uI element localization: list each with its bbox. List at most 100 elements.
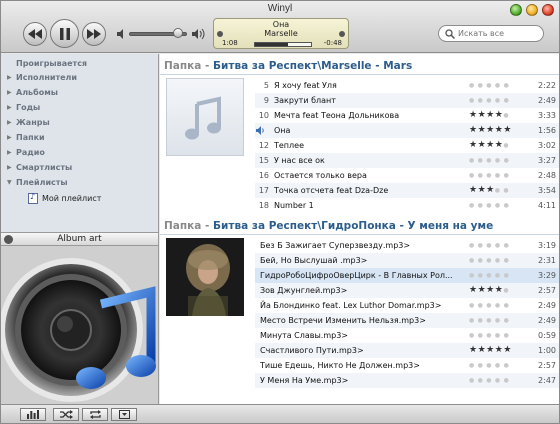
stop-indicator-icon: [339, 31, 345, 37]
track-title: Тише Едешь, Никто Не Должен.mp3>: [260, 361, 420, 370]
shuffle-icon: [59, 410, 73, 419]
sidebar-item-playlists[interactable]: ▼ Плейлисты: [7, 176, 68, 188]
now-playing-speaker-icon: [256, 126, 264, 135]
elapsed-time: 1:08: [222, 39, 238, 47]
track-rating[interactable]: ●●●●●: [469, 198, 521, 213]
track-row[interactable]: Йа Блондинко feat. Lex Luthor Domar.mp3>…: [255, 298, 559, 313]
sidebar-item-artists[interactable]: ▶ Исполнители: [7, 71, 77, 83]
pause-button[interactable]: [50, 19, 79, 48]
track-row[interactable]: Счастливого Пути.mp3> ★★★★★ 1:00: [255, 343, 559, 358]
track-row[interactable]: 5 Я хочу feat Уля ●●●●● 2:22: [255, 78, 559, 93]
track-row[interactable]: У Меня На Уме.mp3> ●●●●● 2:47: [255, 373, 559, 388]
track-row[interactable]: 16 Остается только вера ●●●●● 2:48: [255, 168, 559, 183]
track-rating[interactable]: ★★★★●: [469, 283, 521, 298]
track-duration: 2:47: [538, 376, 556, 385]
divider: [160, 74, 559, 75]
track-row[interactable]: 10 Мечта feat Теона Дольникова ★★★★● 3:33: [255, 108, 559, 123]
track-rating[interactable]: ●●●●●: [469, 78, 521, 93]
progress-bar[interactable]: [254, 42, 312, 47]
track-row[interactable]: Зов Джунглей.mp3> ★★★★● 2:57: [255, 283, 559, 298]
track-row[interactable]: Без Б Зажигает Суперзвезду.mp3> ●●●●● 3:19: [255, 238, 559, 253]
sidebar-item-label: Жанры: [16, 117, 50, 127]
track-row[interactable]: 18 Number 1 ●●●●● 4:11: [255, 198, 559, 213]
sidebar-item-my-playlist[interactable]: Мой плейлист: [28, 192, 101, 204]
equalizer-button[interactable]: [20, 408, 46, 421]
track-rating[interactable]: ●●●●●: [469, 153, 521, 168]
minimize-button[interactable]: [526, 4, 538, 16]
track-row[interactable]: Тише Едешь, Никто Не Должен.mp3> ●●●●● 2:5…: [255, 358, 559, 373]
album-cover-placeholder: [166, 78, 244, 156]
track-title: Она: [274, 126, 291, 135]
sidebar-item-label: Годы: [16, 102, 41, 112]
track-rating[interactable]: ●●●●●: [469, 238, 521, 253]
track-rating[interactable]: ●●●●●: [469, 373, 521, 388]
sidebar-item-genres[interactable]: ▶ Жанры: [7, 116, 50, 128]
sidebar-item-radio[interactable]: ▶ Радио: [7, 146, 45, 158]
toggle-album-art-icon[interactable]: [4, 235, 13, 244]
expand-arrow-icon[interactable]: ▶: [7, 149, 16, 156]
folder-path[interactable]: Битва за Респект\ГидроПонка - У меня на …: [213, 220, 493, 232]
track-row[interactable]: ГидроРобоЦифроОверЦирк - В Главных Рол..…: [255, 268, 559, 283]
close-button[interactable]: [542, 4, 554, 16]
previous-button[interactable]: [23, 22, 47, 46]
sidebar-item-smartlists[interactable]: ▶ Смартлисты: [7, 161, 72, 173]
track-rating[interactable]: ●●●●●: [469, 358, 521, 373]
sidebar-item-albums[interactable]: ▶ Альбомы: [7, 86, 58, 98]
track-duration: 2:31: [538, 256, 556, 265]
track-rating[interactable]: ●●●●●: [469, 328, 521, 343]
track-rating[interactable]: ●●●●●: [469, 168, 521, 183]
zoom-button[interactable]: [510, 4, 522, 16]
shuffle-button[interactable]: [53, 408, 79, 421]
track-rating[interactable]: ●●●●●: [469, 93, 521, 108]
track-rating[interactable]: ●●●●●: [469, 298, 521, 313]
expand-arrow-icon[interactable]: ▶: [7, 74, 16, 81]
album-cover-photo: [166, 238, 244, 316]
track-number: 16: [258, 171, 269, 180]
menu-button[interactable]: [111, 408, 137, 421]
next-button[interactable]: [82, 22, 106, 46]
expand-arrow-icon[interactable]: ▶: [7, 119, 16, 126]
track-rating[interactable]: ★★★★●: [469, 108, 521, 123]
pause-icon: [59, 27, 70, 40]
track-rating[interactable]: ●●●●●: [469, 313, 521, 328]
rewind-icon: [28, 29, 42, 39]
track-rating[interactable]: ★★★●●: [469, 183, 521, 198]
track-duration: 3:29: [538, 271, 556, 280]
track-rating[interactable]: ●●●●●: [469, 268, 521, 283]
track-row[interactable]: Она ★★★★★ 1:56: [255, 123, 559, 138]
track-row[interactable]: 15 У нас все ок ●●●●● 3:27: [255, 153, 559, 168]
collapse-arrow-icon[interactable]: ▼: [7, 179, 16, 186]
album-art-panel: [1, 246, 159, 404]
expand-arrow-icon[interactable]: ▶: [7, 134, 16, 141]
volume-high-icon: [192, 28, 205, 40]
search-input[interactable]: [458, 27, 538, 40]
sidebar-item-years[interactable]: ▶ Годы: [7, 101, 40, 113]
track-rating[interactable]: ★★★★★: [469, 123, 521, 138]
track-row[interactable]: 9 Закрути блант ●●●●● 2:49: [255, 93, 559, 108]
track-row[interactable]: Бей, Но Выслушай .mp3> ●●●●● 2:31: [255, 253, 559, 268]
expand-arrow-icon[interactable]: ▶: [7, 89, 16, 96]
track-title: Мечта feat Теона Дольникова: [274, 111, 400, 120]
track-duration: 1:00: [538, 346, 556, 355]
expand-arrow-icon[interactable]: ▶: [7, 164, 16, 171]
track-row[interactable]: 12 Теплее ★★★★● 3:02: [255, 138, 559, 153]
track-rating[interactable]: ★★★★●: [469, 138, 521, 153]
expand-arrow-icon[interactable]: ▶: [7, 104, 16, 111]
remaining-time: -0:48: [323, 39, 342, 47]
folder-path[interactable]: Битва за Респект\Marselle - Mars: [213, 60, 412, 72]
speaker-music-icon: [1, 246, 158, 404]
sidebar-item-folders[interactable]: ▶ Папки: [7, 131, 45, 143]
sidebar-item-now-playing[interactable]: Проигрывается: [7, 57, 87, 69]
track-rating[interactable]: ●●●●●: [469, 253, 521, 268]
track-rating[interactable]: ★★★★★: [469, 343, 521, 358]
track-row[interactable]: 17 Точка отсчета feat Dza-Dze ★★★●● 3:54: [255, 183, 559, 198]
repeat-button[interactable]: [82, 408, 108, 421]
volume-low-icon: [117, 29, 123, 39]
search-box[interactable]: [438, 25, 544, 42]
track-row[interactable]: Минута Славы.mp3> ●●●●● 0:59: [255, 328, 559, 343]
track-title: Остается только вера: [274, 171, 367, 180]
track-row[interactable]: Место Встречи Изменить Нельзя.mp3> ●●●●● 2…: [255, 313, 559, 328]
album-art-header: Album art: [1, 232, 159, 246]
sidebar-item-label: Смартлисты: [16, 162, 73, 172]
volume-knob[interactable]: [173, 28, 184, 38]
